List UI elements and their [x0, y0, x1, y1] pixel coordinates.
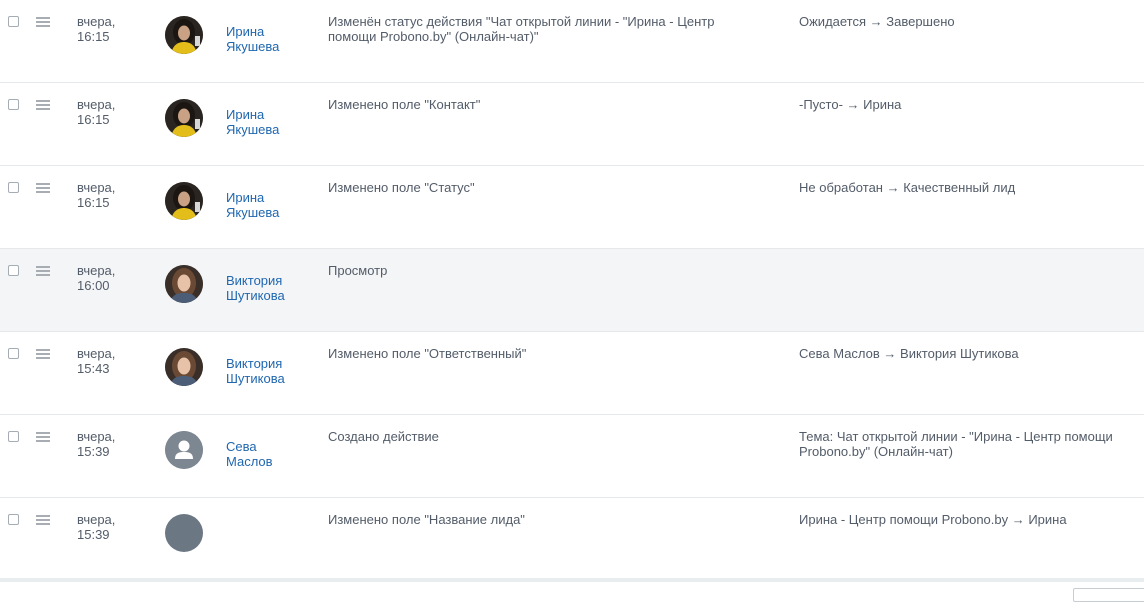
action-text: Изменено поле "Ответственный"	[328, 346, 527, 361]
history-row: вчера, 16:15 Ирина Якушева Изменён стату…	[0, 0, 1144, 83]
user-link[interactable]: Виктория Шутикова	[226, 356, 316, 386]
user-avatar[interactable]	[165, 265, 203, 303]
drag-handle-icon[interactable]	[36, 183, 50, 193]
action-text: Просмотр	[328, 263, 388, 278]
row-date: вчера, 15:39	[77, 429, 147, 459]
change-text: Тема: Чат открытой линии - "Ирина - Цент…	[799, 429, 1113, 459]
row-checkbox[interactable]	[8, 99, 19, 110]
table-footer-divider	[0, 578, 1144, 582]
user-avatar[interactable]	[165, 16, 203, 54]
drag-handle-icon[interactable]	[36, 100, 50, 110]
change-text: Сева Маслов → Виктория Шутикова	[799, 346, 1019, 361]
row-checkbox[interactable]	[8, 182, 19, 193]
drag-handle-icon[interactable]	[36, 266, 50, 276]
history-table: вчера, 16:15 Ирина Якушева Изменён стату…	[0, 0, 1144, 580]
history-row: вчера, 15:39 Сева Маслов Создано действи…	[0, 415, 1144, 498]
history-row: вчера, 15:39 Изменено поле "Название лид…	[0, 498, 1144, 580]
date-day: вчера,	[77, 512, 116, 527]
date-time: 16:15	[77, 112, 110, 127]
action-text: Изменён статус действия "Чат открытой ли…	[328, 14, 715, 44]
row-checkbox[interactable]	[8, 348, 19, 359]
row-checkbox[interactable]	[8, 514, 19, 525]
user-avatar[interactable]	[165, 182, 203, 220]
user-link[interactable]: Сева Маслов	[226, 439, 316, 469]
date-time: 15:43	[77, 361, 110, 376]
date-day: вчера,	[77, 97, 116, 112]
blank-avatar-icon	[165, 514, 203, 552]
history-row: вчера, 16:15 Ирина Якушева Изменено поле…	[0, 166, 1144, 249]
date-day: вчера,	[77, 429, 116, 444]
row-checkbox[interactable]	[8, 16, 19, 27]
row-checkbox[interactable]	[8, 431, 19, 442]
drag-handle-icon[interactable]	[36, 432, 50, 442]
change-text: Ирина - Центр помощи Probono.by → Ирина	[799, 512, 1067, 527]
action-text: Изменено поле "Название лида"	[328, 512, 525, 527]
history-row: вчера, 16:00 Виктория Шутикова Просмотр	[0, 249, 1144, 332]
action-text: Изменено поле "Контакт"	[328, 97, 481, 112]
user-link[interactable]: Виктория Шутикова	[226, 273, 316, 303]
date-time: 16:00	[77, 278, 110, 293]
drag-handle-icon[interactable]	[36, 349, 50, 359]
row-date: вчера, 15:43	[77, 346, 147, 376]
user-link[interactable]: Ирина Якушева	[226, 24, 316, 54]
default-user-icon[interactable]	[165, 431, 203, 469]
date-day: вчера,	[77, 346, 116, 361]
row-date: вчера, 16:15	[77, 97, 147, 127]
change-text: Не обработан → Качественный лид	[799, 180, 1016, 195]
date-time: 15:39	[77, 527, 110, 542]
drag-handle-icon[interactable]	[36, 17, 50, 27]
date-time: 16:15	[77, 195, 110, 210]
date-day: вчера,	[77, 180, 116, 195]
change-text: -Пусто- → Ирина	[799, 97, 902, 112]
row-date: вчера, 16:15	[77, 14, 147, 44]
row-date: вчера, 15:39	[77, 512, 147, 542]
date-day: вчера,	[77, 14, 116, 29]
user-link[interactable]: Ирина Якушева	[226, 190, 316, 220]
row-date: вчера, 16:00	[77, 263, 147, 293]
footer-button[interactable]	[1073, 588, 1144, 602]
row-checkbox[interactable]	[8, 265, 19, 276]
action-text: Изменено поле "Статус"	[328, 180, 475, 195]
change-text: Ожидается → Завершено	[799, 14, 955, 29]
user-link[interactable]: Ирина Якушева	[226, 107, 316, 137]
history-row: вчера, 16:15 Ирина Якушева Изменено поле…	[0, 83, 1144, 166]
user-avatar[interactable]	[165, 99, 203, 137]
date-time: 16:15	[77, 29, 110, 44]
date-time: 15:39	[77, 444, 110, 459]
date-day: вчера,	[77, 263, 116, 278]
history-row: вчера, 15:43 Виктория Шутикова Изменено …	[0, 332, 1144, 415]
user-avatar[interactable]	[165, 348, 203, 386]
action-text: Создано действие	[328, 429, 439, 444]
row-date: вчера, 16:15	[77, 180, 147, 210]
drag-handle-icon[interactable]	[36, 515, 50, 525]
